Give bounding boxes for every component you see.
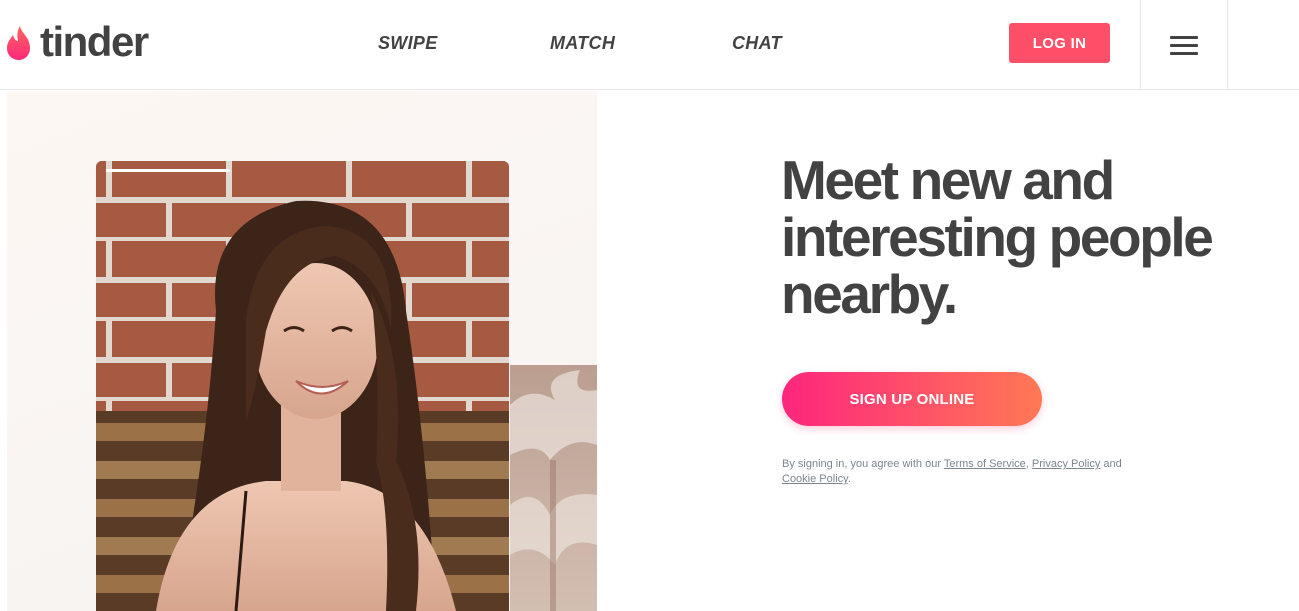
profile-photo-card[interactable] bbox=[96, 161, 509, 611]
tinder-landing-page: tinder SWIPE MATCH CHAT LOG IN Meet new … bbox=[0, 0, 1299, 611]
legal-suffix: . bbox=[847, 473, 851, 485]
flame-icon bbox=[7, 26, 30, 60]
signup-online-button[interactable]: SIGN UP ONLINE bbox=[782, 372, 1042, 426]
legal-separator: and bbox=[1100, 458, 1122, 470]
legal-prefix: By signing in, you agree with our bbox=[782, 458, 944, 470]
tinder-wordmark: tinder bbox=[40, 18, 149, 65]
legal-notice: By signing in, you agree with our Terms … bbox=[782, 457, 1162, 487]
top-navigation-bar: tinder SWIPE MATCH CHAT LOG IN bbox=[0, 0, 1299, 90]
hero-headline: Meet new and interesting people nearby. bbox=[781, 149, 1214, 325]
photo-progress-indicator bbox=[106, 169, 230, 172]
profile-photo bbox=[96, 161, 509, 611]
hamburger-icon bbox=[1170, 31, 1198, 60]
header-divider bbox=[1227, 0, 1228, 90]
tinder-logo[interactable]: tinder bbox=[4, 18, 149, 65]
menu-button[interactable] bbox=[1141, 0, 1227, 90]
nav-link-swipe[interactable]: SWIPE bbox=[378, 33, 438, 54]
nav-link-chat[interactable]: CHAT bbox=[732, 33, 782, 54]
privacy-policy-link[interactable]: Privacy Policy bbox=[1032, 458, 1100, 470]
nav-link-match[interactable]: MATCH bbox=[550, 33, 615, 54]
cookie-policy-link[interactable]: Cookie Policy bbox=[782, 473, 848, 485]
terms-of-service-link[interactable]: Terms of Service bbox=[944, 458, 1026, 470]
palm-tree-decoration bbox=[510, 365, 597, 611]
login-button[interactable]: LOG IN bbox=[1009, 23, 1110, 63]
